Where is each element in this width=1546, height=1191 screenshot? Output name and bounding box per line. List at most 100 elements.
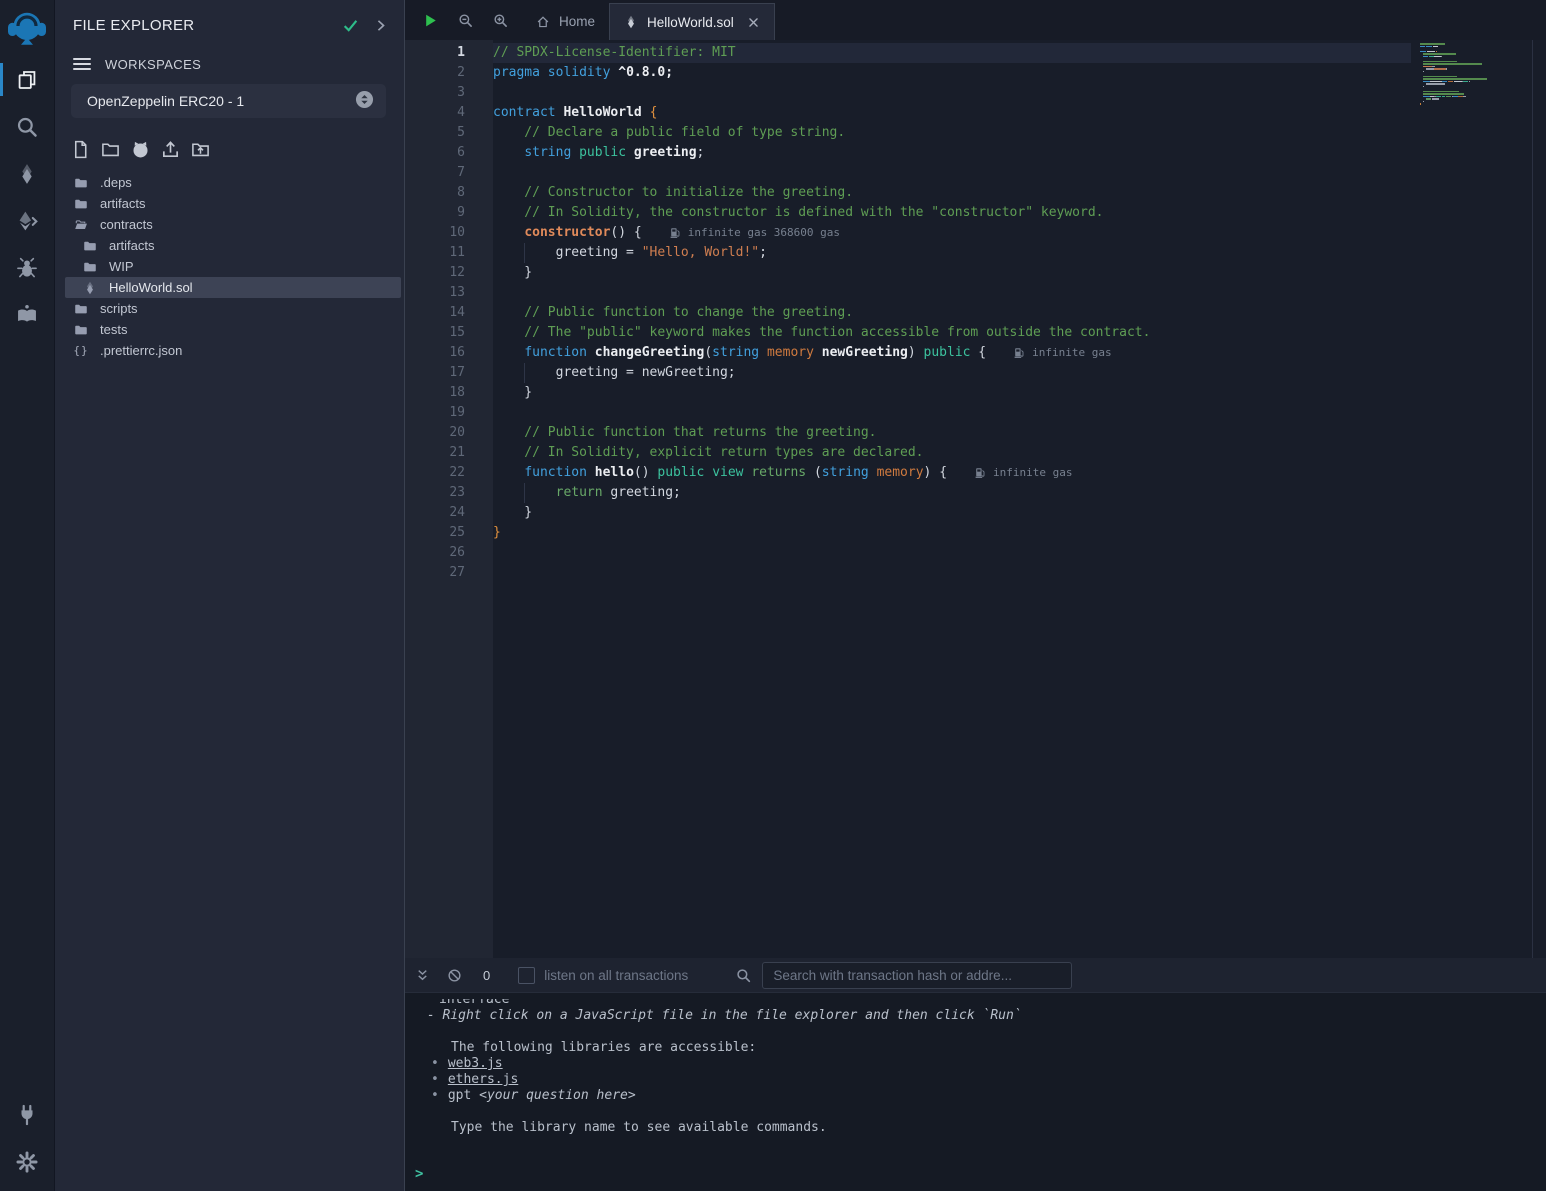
workspaces-menu-icon[interactable]: [73, 58, 91, 70]
indent-guide: [524, 243, 525, 263]
github-icon[interactable]: [131, 140, 150, 159]
code-line: pragma solidity ^0.8.0;: [493, 63, 1411, 83]
search-icon[interactable]: [0, 103, 54, 150]
solidity-icon: [82, 281, 98, 295]
tree-item-artifacts[interactable]: artifacts: [65, 193, 401, 214]
code-line: // In Solidity, explicit return types ar…: [493, 443, 1411, 463]
new-file-icon[interactable]: [71, 140, 90, 159]
line-number: 19: [405, 403, 493, 423]
gas-pump-icon: [975, 467, 987, 479]
library-link[interactable]: web3.js: [448, 1056, 503, 1071]
run-script-icon[interactable]: [423, 13, 438, 28]
tree-item-helloworld-sol[interactable]: HelloWorld.sol: [65, 277, 401, 298]
code-line: function changeGreeting(string memory ne…: [493, 343, 1411, 363]
terminal-clear-icon[interactable]: [447, 968, 462, 983]
terminal-search-input[interactable]: [762, 962, 1072, 989]
code-line: [493, 163, 1411, 183]
bullet: •: [431, 1056, 439, 1071]
remix-logo-icon[interactable]: [0, 0, 54, 56]
close-tab-icon[interactable]: [747, 16, 760, 29]
terminal-line: [419, 1024, 1546, 1040]
folder-icon: [73, 302, 89, 316]
terminal-prompt[interactable]: >: [415, 1166, 1546, 1182]
tab-home[interactable]: Home: [522, 3, 609, 40]
tree-item-wip[interactable]: WIP: [65, 256, 401, 277]
code-line: // The "public" keyword makes the functi…: [493, 323, 1411, 343]
json-icon: {}: [73, 344, 89, 357]
tree-item-label: .prettierrc.json: [100, 343, 182, 358]
code-lines: // SPDX-License-Identifier: MITpragma so…: [493, 43, 1411, 583]
chevron-right-icon[interactable]: [373, 18, 388, 33]
code-line: // Constructor to initialize the greetin…: [493, 183, 1411, 203]
line-numbers: 1234567891011121314151617181920212223242…: [405, 43, 493, 583]
library-link[interactable]: ethers.js: [448, 1072, 518, 1087]
terminal-line: • ethers.js: [419, 1072, 1546, 1088]
file-explorer-icon[interactable]: [0, 56, 54, 103]
terminal-line: •gpt <your question here>: [419, 1088, 1546, 1104]
code-line: }: [493, 383, 1411, 403]
line-number: 25: [405, 523, 493, 543]
line-number: 2: [405, 63, 493, 83]
code-editor[interactable]: 1234567891011121314151617181920212223242…: [405, 40, 1546, 958]
tab-label: Home: [559, 14, 595, 29]
debugger-icon[interactable]: [0, 244, 54, 291]
workspace-updown-icon[interactable]: [355, 90, 374, 112]
tree-item-label: artifacts: [100, 196, 146, 211]
zoom-out-icon[interactable]: [458, 13, 473, 28]
solidity-compiler-icon[interactable]: [0, 150, 54, 197]
tree-item--deps[interactable]: .deps: [65, 172, 401, 193]
folder-icon: [82, 239, 98, 253]
workspace-selected-value: OpenZeppelin ERC20 - 1: [87, 93, 244, 109]
terminal-collapse-icon[interactable]: [415, 968, 430, 983]
tree-item-contracts[interactable]: contracts: [65, 214, 401, 235]
folder-icon: [73, 197, 89, 211]
terminal-panel: 0 listen on all transactions interface -…: [405, 958, 1546, 1191]
gas-estimate-badge: infinite gas: [1014, 343, 1111, 363]
folder-open-icon: [73, 218, 89, 232]
accept-check-icon[interactable]: [342, 17, 359, 34]
line-number: 17: [405, 363, 493, 383]
plugin-manager-icon[interactable]: [0, 1091, 54, 1138]
tree-item-tests[interactable]: tests: [65, 319, 401, 340]
code-line: function hello() public view returns (st…: [493, 463, 1411, 483]
remix-ide-window: FILE EXPLORER WORKSPACES OpenZeppelin ER…: [0, 0, 1546, 1191]
zoom-in-icon[interactable]: [493, 13, 508, 28]
code-line: [493, 543, 1411, 563]
code-line: // Public function that returns the gree…: [493, 423, 1411, 443]
upload-folder-icon[interactable]: [191, 140, 210, 159]
upload-file-icon[interactable]: [161, 140, 180, 159]
tree-item--prettierrc-json[interactable]: {} .prettierrc.json: [65, 340, 401, 361]
line-number: 1: [405, 43, 493, 63]
learneth-icon[interactable]: [0, 291, 54, 338]
panel-header: FILE EXPLORER: [73, 10, 388, 40]
listen-transactions-checkbox[interactable]: [518, 967, 535, 984]
deploy-and-run-icon[interactable]: [0, 197, 54, 244]
minimap[interactable]: [1420, 43, 1532, 111]
tab-helloworld-sol[interactable]: HelloWorld.sol: [609, 3, 775, 40]
file-tree: .depsartifactscontractsartifactsWIPHello…: [55, 172, 404, 1191]
gas-estimate-badge: infinite gas: [975, 463, 1072, 483]
line-number: 26: [405, 543, 493, 563]
new-folder-icon[interactable]: [101, 140, 120, 159]
workspace-select[interactable]: OpenZeppelin ERC20 - 1: [71, 84, 386, 118]
code-line: // Declare a public field of type string…: [493, 123, 1411, 143]
tab-bar: Home HelloWorld.sol: [405, 0, 1546, 40]
line-number: 12: [405, 263, 493, 283]
bullet: •: [431, 1088, 439, 1103]
tree-item-scripts[interactable]: scripts: [65, 298, 401, 319]
line-number: 18: [405, 383, 493, 403]
code-line: // SPDX-License-Identifier: MIT: [493, 43, 1411, 63]
settings-icon[interactable]: [0, 1138, 54, 1185]
gas-pump-icon: [670, 227, 682, 239]
line-number: 3: [405, 83, 493, 103]
line-number: 11: [405, 243, 493, 263]
gas-pump-icon: [1014, 347, 1026, 359]
code-line: // Public function to change the greetin…: [493, 303, 1411, 323]
code-line: [493, 283, 1411, 303]
code-line: [493, 563, 1411, 583]
code-line: constructor() {infinite gas 368600 gas: [493, 223, 1411, 243]
bullet: •: [431, 1072, 439, 1087]
line-number: 9: [405, 203, 493, 223]
code-line: }: [493, 263, 1411, 283]
tree-item-artifacts[interactable]: artifacts: [65, 235, 401, 256]
